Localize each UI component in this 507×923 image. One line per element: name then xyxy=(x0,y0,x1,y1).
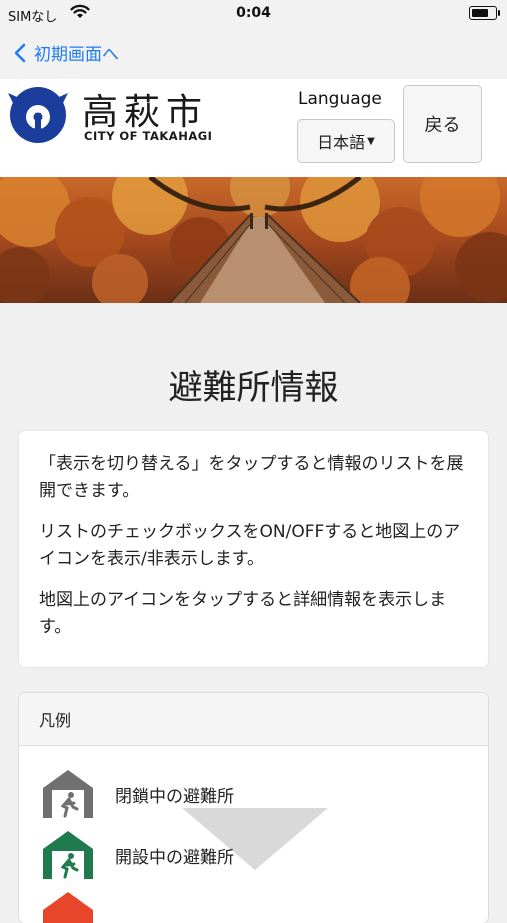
status-bar: SIMなし 0:04 xyxy=(0,0,507,28)
site-header: 高萩市 CITY OF TAKAHAGI Language 日本語 ▼ 戻る xyxy=(0,79,507,177)
caret-down-icon: ▼ xyxy=(367,135,375,147)
instruction-text: リストのチェックボックスをON/OFFすると地図上のアイコンを表示/非表示します… xyxy=(39,522,461,569)
banner-image xyxy=(0,177,507,303)
legend-header: 凡例 xyxy=(19,693,488,746)
page-title: 避難所情報 xyxy=(168,368,339,408)
scroll-down-arrow-icon[interactable] xyxy=(182,808,328,870)
instruction-text: 「表示を切り替える」をタップすると情報のリストを展開できます。 xyxy=(39,454,464,501)
legend-label: 閉鎖中の避難所 xyxy=(115,786,234,807)
back-link-label: 初期画面へ xyxy=(34,45,119,65)
instruction-text: 地図上のアイコンをタップすると詳細情報を表示します。 xyxy=(39,590,447,637)
clock: 0:04 xyxy=(236,5,271,21)
navigation-bar: 初期画面へ xyxy=(0,28,507,78)
shelter-icon-red xyxy=(43,892,93,923)
closed-shelter-icon xyxy=(43,770,93,818)
back-button[interactable]: 戻る xyxy=(403,85,482,163)
city-name-en: CITY OF TAKAHAGI xyxy=(84,129,213,143)
city-emblem-icon xyxy=(8,87,68,143)
instructions-card: 「表示を切り替える」をタップすると情報のリストを展開できます。 リストのチェック… xyxy=(19,431,488,667)
battery-icon xyxy=(469,6,500,20)
chevron-left-icon xyxy=(14,43,26,62)
legend-item-partial xyxy=(41,890,115,923)
language-select[interactable]: 日本語 ▼ xyxy=(297,119,395,163)
language-value: 日本語 xyxy=(317,133,366,152)
back-to-home-link[interactable]: 初期画面へ xyxy=(14,40,119,65)
open-shelter-icon xyxy=(43,831,93,879)
language-label: Language xyxy=(298,89,382,109)
city-name-jp: 高萩市 xyxy=(82,92,209,133)
